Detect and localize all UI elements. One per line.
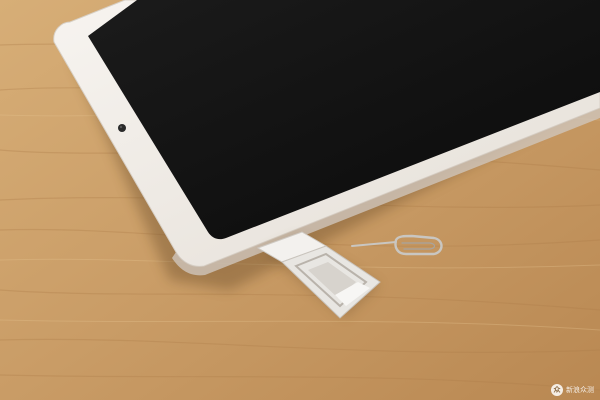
watermark-text: 新浪众测 bbox=[566, 386, 594, 394]
watermark: 众 新浪众测 bbox=[551, 384, 594, 396]
photo-scene: 众 新浪众测 bbox=[0, 0, 600, 400]
scene-svg bbox=[0, 0, 600, 400]
watermark-logo-icon: 众 bbox=[551, 384, 563, 396]
front-camera bbox=[118, 124, 126, 132]
